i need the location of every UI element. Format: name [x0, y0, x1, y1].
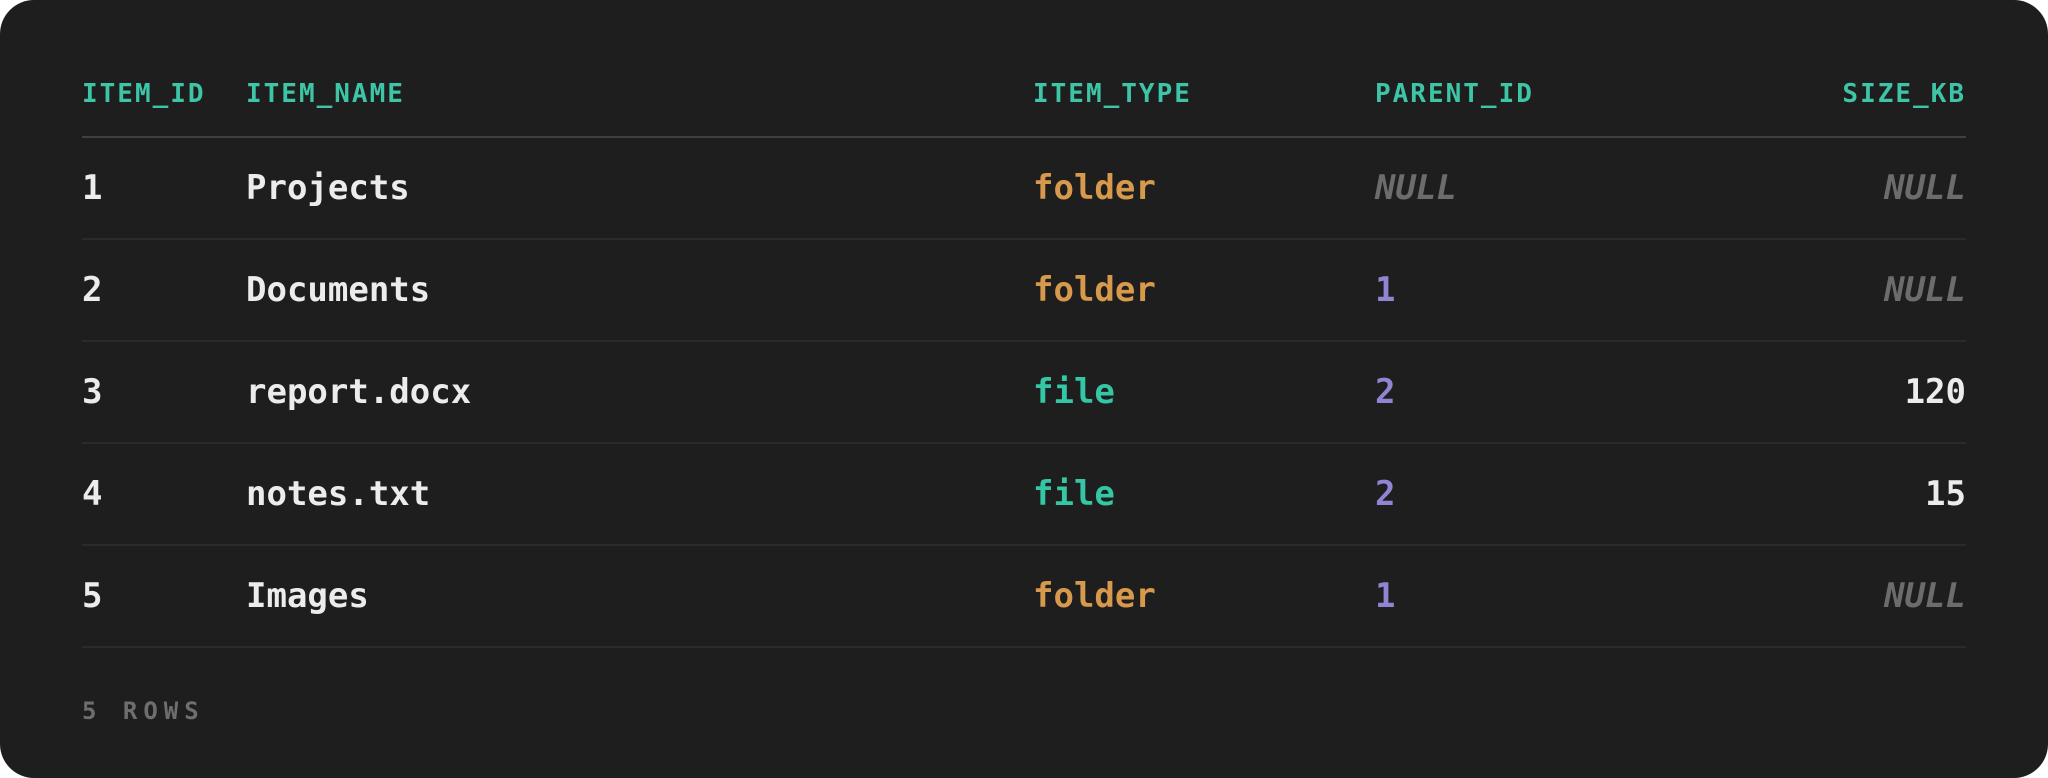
cell-item-type: folder: [1033, 270, 1156, 310]
cell-item-id: 2: [82, 270, 103, 310]
column-header-parent-id[interactable]: PARENT_ID: [1375, 52, 1534, 136]
cell-item-id: 1: [82, 168, 103, 208]
column-header-item-name[interactable]: ITEM_NAME: [246, 52, 405, 136]
column-header-item-type[interactable]: ITEM_TYPE: [1033, 52, 1192, 136]
cell-item-type: folder: [1033, 576, 1156, 616]
cell-size-kb: NULL: [1884, 168, 1966, 208]
cell-item-name: notes.txt: [246, 474, 431, 514]
cell-parent-id: 1: [1375, 576, 1396, 616]
query-results-panel: ITEM_ID ITEM_NAME ITEM_TYPE PARENT_ID SI…: [0, 0, 2048, 778]
table-row[interactable]: 5 Images folder 1 NULL: [82, 546, 1966, 648]
table-row[interactable]: 2 Documents folder 1 NULL: [82, 240, 1966, 342]
table-header: ITEM_ID ITEM_NAME ITEM_TYPE PARENT_ID SI…: [82, 52, 1966, 138]
cell-item-id: 3: [82, 372, 103, 412]
results-table: ITEM_ID ITEM_NAME ITEM_TYPE PARENT_ID SI…: [82, 52, 1966, 648]
cell-item-name: Documents: [246, 270, 431, 310]
cell-size-kb: NULL: [1884, 576, 1966, 616]
cell-parent-id: 2: [1375, 372, 1396, 412]
cell-item-id: 5: [82, 576, 103, 616]
cell-item-type: file: [1033, 474, 1115, 514]
cell-item-type: folder: [1033, 168, 1156, 208]
table-row[interactable]: 4 notes.txt file 2 15: [82, 444, 1966, 546]
cell-size-kb: NULL: [1884, 270, 1966, 310]
cell-item-id: 4: [82, 474, 103, 514]
cell-item-name: report.docx: [246, 372, 472, 412]
cell-parent-id: NULL: [1375, 168, 1457, 208]
column-header-item-id[interactable]: ITEM_ID: [82, 52, 206, 136]
row-count: 5 ROWS: [82, 697, 205, 725]
cell-size-kb: 15: [1925, 474, 1966, 514]
cell-parent-id: 2: [1375, 474, 1396, 514]
cell-size-kb: 120: [1904, 372, 1966, 412]
table-row[interactable]: 3 report.docx file 2 120: [82, 342, 1966, 444]
cell-item-type: file: [1033, 372, 1115, 412]
cell-item-name: Projects: [246, 168, 410, 208]
table-row[interactable]: 1 Projects folder NULL NULL: [82, 138, 1966, 240]
column-header-size-kb[interactable]: SIZE_KB: [1842, 52, 1966, 136]
cell-item-name: Images: [246, 576, 369, 616]
cell-parent-id: 1: [1375, 270, 1396, 310]
